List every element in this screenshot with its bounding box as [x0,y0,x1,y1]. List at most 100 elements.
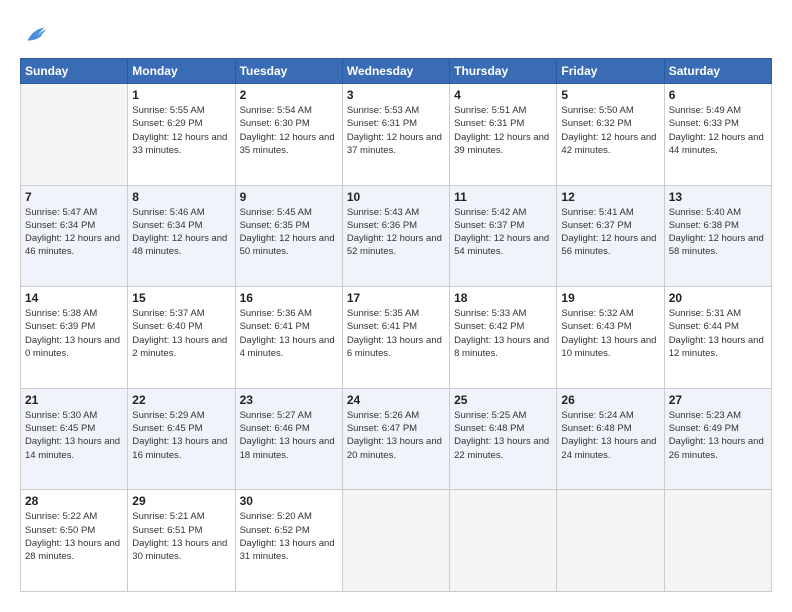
day-info: Sunrise: 5:38 AM Sunset: 6:39 PM Dayligh… [25,307,123,360]
calendar-cell [21,84,128,186]
weekday-header: Sunday [21,59,128,84]
day-number: 8 [132,190,230,204]
calendar-cell: 15 Sunrise: 5:37 AM Sunset: 6:40 PM Dayli… [128,287,235,389]
day-info: Sunrise: 5:22 AM Sunset: 6:50 PM Dayligh… [25,510,123,563]
day-info: Sunrise: 5:31 AM Sunset: 6:44 PM Dayligh… [669,307,767,360]
calendar-table: SundayMondayTuesdayWednesdayThursdayFrid… [20,58,772,592]
day-number: 25 [454,393,552,407]
calendar-cell [664,490,771,592]
day-info: Sunrise: 5:37 AM Sunset: 6:40 PM Dayligh… [132,307,230,360]
calendar-cell: 26 Sunrise: 5:24 AM Sunset: 6:48 PM Dayli… [557,388,664,490]
day-number: 21 [25,393,123,407]
day-info: Sunrise: 5:42 AM Sunset: 6:37 PM Dayligh… [454,206,552,259]
calendar-cell: 23 Sunrise: 5:27 AM Sunset: 6:46 PM Dayli… [235,388,342,490]
day-number: 24 [347,393,445,407]
day-number: 6 [669,88,767,102]
day-info: Sunrise: 5:27 AM Sunset: 6:46 PM Dayligh… [240,409,338,462]
day-number: 30 [240,494,338,508]
calendar-cell [450,490,557,592]
calendar-cell: 1Sunrise: 5:55 AM Sunset: 6:29 PM Daylig… [128,84,235,186]
day-info: Sunrise: 5:33 AM Sunset: 6:42 PM Dayligh… [454,307,552,360]
day-number: 27 [669,393,767,407]
calendar-cell: 19 Sunrise: 5:32 AM Sunset: 6:43 PM Dayli… [557,287,664,389]
weekday-header: Wednesday [342,59,449,84]
calendar-cell: 20Sunrise: 5:31 AM Sunset: 6:44 PM Dayli… [664,287,771,389]
weekday-header: Friday [557,59,664,84]
day-number: 15 [132,291,230,305]
day-number: 13 [669,190,767,204]
calendar-cell: 29 Sunrise: 5:21 AM Sunset: 6:51 PM Dayli… [128,490,235,592]
calendar-cell: 12 Sunrise: 5:41 AM Sunset: 6:37 PM Dayli… [557,185,664,287]
calendar-cell [342,490,449,592]
day-number: 14 [25,291,123,305]
day-info: Sunrise: 5:36 AM Sunset: 6:41 PM Dayligh… [240,307,338,360]
day-number: 23 [240,393,338,407]
day-number: 9 [240,190,338,204]
day-info: Sunrise: 5:54 AM Sunset: 6:30 PM Dayligh… [240,104,338,157]
day-number: 4 [454,88,552,102]
header [20,20,772,48]
day-number: 3 [347,88,445,102]
day-info: Sunrise: 5:46 AM Sunset: 6:34 PM Dayligh… [132,206,230,259]
day-number: 7 [25,190,123,204]
day-number: 10 [347,190,445,204]
day-info: Sunrise: 5:41 AM Sunset: 6:37 PM Dayligh… [561,206,659,259]
day-info: Sunrise: 5:24 AM Sunset: 6:48 PM Dayligh… [561,409,659,462]
calendar-cell [557,490,664,592]
day-number: 22 [132,393,230,407]
day-info: Sunrise: 5:26 AM Sunset: 6:47 PM Dayligh… [347,409,445,462]
day-info: Sunrise: 5:21 AM Sunset: 6:51 PM Dayligh… [132,510,230,563]
day-info: Sunrise: 5:47 AM Sunset: 6:34 PM Dayligh… [25,206,123,259]
day-info: Sunrise: 5:29 AM Sunset: 6:45 PM Dayligh… [132,409,230,462]
page: SundayMondayTuesdayWednesdayThursdayFrid… [0,0,792,612]
logo-icon [20,20,48,48]
day-info: Sunrise: 5:45 AM Sunset: 6:35 PM Dayligh… [240,206,338,259]
weekday-header: Tuesday [235,59,342,84]
day-info: Sunrise: 5:40 AM Sunset: 6:38 PM Dayligh… [669,206,767,259]
day-info: Sunrise: 5:53 AM Sunset: 6:31 PM Dayligh… [347,104,445,157]
calendar-cell: 13 Sunrise: 5:40 AM Sunset: 6:38 PM Dayli… [664,185,771,287]
day-info: Sunrise: 5:43 AM Sunset: 6:36 PM Dayligh… [347,206,445,259]
day-number: 11 [454,190,552,204]
calendar-cell: 9 Sunrise: 5:45 AM Sunset: 6:35 PM Daylig… [235,185,342,287]
weekday-header: Monday [128,59,235,84]
day-number: 16 [240,291,338,305]
calendar-cell: 27 Sunrise: 5:23 AM Sunset: 6:49 PM Dayli… [664,388,771,490]
calendar-cell: 6Sunrise: 5:49 AM Sunset: 6:33 PM Daylig… [664,84,771,186]
calendar-week-row: 14 Sunrise: 5:38 AM Sunset: 6:39 PM Dayli… [21,287,772,389]
day-number: 26 [561,393,659,407]
day-info: Sunrise: 5:51 AM Sunset: 6:31 PM Dayligh… [454,104,552,157]
day-info: Sunrise: 5:55 AM Sunset: 6:29 PM Dayligh… [132,104,230,157]
day-info: Sunrise: 5:32 AM Sunset: 6:43 PM Dayligh… [561,307,659,360]
day-info: Sunrise: 5:35 AM Sunset: 6:41 PM Dayligh… [347,307,445,360]
calendar-header-row: SundayMondayTuesdayWednesdayThursdayFrid… [21,59,772,84]
day-info: Sunrise: 5:25 AM Sunset: 6:48 PM Dayligh… [454,409,552,462]
calendar-cell: 10 Sunrise: 5:43 AM Sunset: 6:36 PM Dayli… [342,185,449,287]
calendar-cell: 24 Sunrise: 5:26 AM Sunset: 6:47 PM Dayli… [342,388,449,490]
calendar-cell: 21 Sunrise: 5:30 AM Sunset: 6:45 PM Dayli… [21,388,128,490]
day-info: Sunrise: 5:30 AM Sunset: 6:45 PM Dayligh… [25,409,123,462]
calendar-week-row: 28Sunrise: 5:22 AM Sunset: 6:50 PM Dayli… [21,490,772,592]
calendar-cell: 5Sunrise: 5:50 AM Sunset: 6:32 PM Daylig… [557,84,664,186]
calendar-cell: 25 Sunrise: 5:25 AM Sunset: 6:48 PM Dayli… [450,388,557,490]
day-number: 12 [561,190,659,204]
day-info: Sunrise: 5:23 AM Sunset: 6:49 PM Dayligh… [669,409,767,462]
calendar-cell: 16 Sunrise: 5:36 AM Sunset: 6:41 PM Dayli… [235,287,342,389]
calendar-cell: 11 Sunrise: 5:42 AM Sunset: 6:37 PM Dayli… [450,185,557,287]
calendar-cell: 3 Sunrise: 5:53 AM Sunset: 6:31 PM Daylig… [342,84,449,186]
calendar-cell: 2Sunrise: 5:54 AM Sunset: 6:30 PM Daylig… [235,84,342,186]
day-info: Sunrise: 5:50 AM Sunset: 6:32 PM Dayligh… [561,104,659,157]
calendar-week-row: 1Sunrise: 5:55 AM Sunset: 6:29 PM Daylig… [21,84,772,186]
calendar-cell: 8 Sunrise: 5:46 AM Sunset: 6:34 PM Daylig… [128,185,235,287]
calendar-cell: 17 Sunrise: 5:35 AM Sunset: 6:41 PM Dayli… [342,287,449,389]
calendar-cell: 4 Sunrise: 5:51 AM Sunset: 6:31 PM Daylig… [450,84,557,186]
day-number: 17 [347,291,445,305]
calendar-cell: 30Sunrise: 5:20 AM Sunset: 6:52 PM Dayli… [235,490,342,592]
day-number: 19 [561,291,659,305]
logo [20,20,52,48]
day-number: 29 [132,494,230,508]
calendar-cell: 7 Sunrise: 5:47 AM Sunset: 6:34 PM Daylig… [21,185,128,287]
calendar-cell: 18Sunrise: 5:33 AM Sunset: 6:42 PM Dayli… [450,287,557,389]
calendar-cell: 28Sunrise: 5:22 AM Sunset: 6:50 PM Dayli… [21,490,128,592]
weekday-header: Saturday [664,59,771,84]
